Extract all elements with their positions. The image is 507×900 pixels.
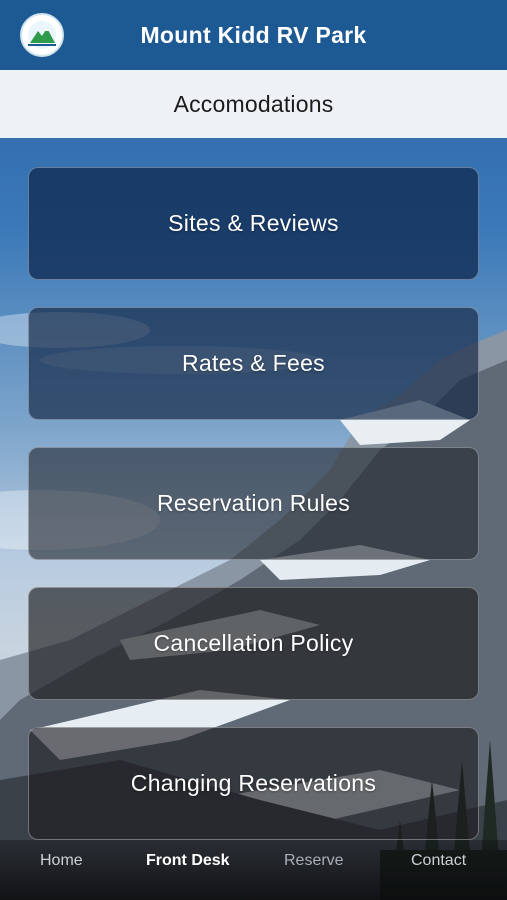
reservation-rules-label: Reservation Rules — [156, 490, 351, 516]
tab-reserve[interactable]: Reserve — [284, 852, 344, 870]
sites-reviews-label: Sites & Reviews — [168, 210, 339, 236]
reservation-rules-button[interactable]: Reservation Rules — [28, 447, 479, 560]
rates-fees-label: Rates & Fees — [182, 350, 325, 376]
rates-fees-button[interactable]: Rates & Fees — [28, 307, 479, 420]
page-title: Mount Kidd RV Park — [140, 21, 367, 48]
tab-home[interactable]: Home — [40, 852, 83, 870]
cancellation-policy-button[interactable]: Cancellation Policy — [28, 587, 479, 700]
changing-reservations-button[interactable]: Changing Reservations — [28, 727, 479, 840]
section-header: Accomodations — [0, 70, 507, 138]
app-screen: Mount Kidd RV Park Accomodations Sites &… — [0, 0, 507, 900]
app-header: Mount Kidd RV Park — [0, 0, 507, 70]
cancellation-policy-label: Cancellation Policy — [153, 630, 354, 656]
sites-reviews-button[interactable]: Sites & Reviews — [28, 167, 479, 280]
bottom-tab-bar: Home Front Desk Reserve Contact — [0, 840, 507, 900]
tab-front-desk[interactable]: Front Desk — [146, 852, 230, 870]
mountain-logo-icon[interactable] — [20, 13, 64, 57]
changing-reservations-label: Changing Reservations — [130, 770, 377, 796]
section-title: Accomodations — [173, 90, 334, 117]
tab-contact[interactable]: Contact — [411, 852, 466, 870]
